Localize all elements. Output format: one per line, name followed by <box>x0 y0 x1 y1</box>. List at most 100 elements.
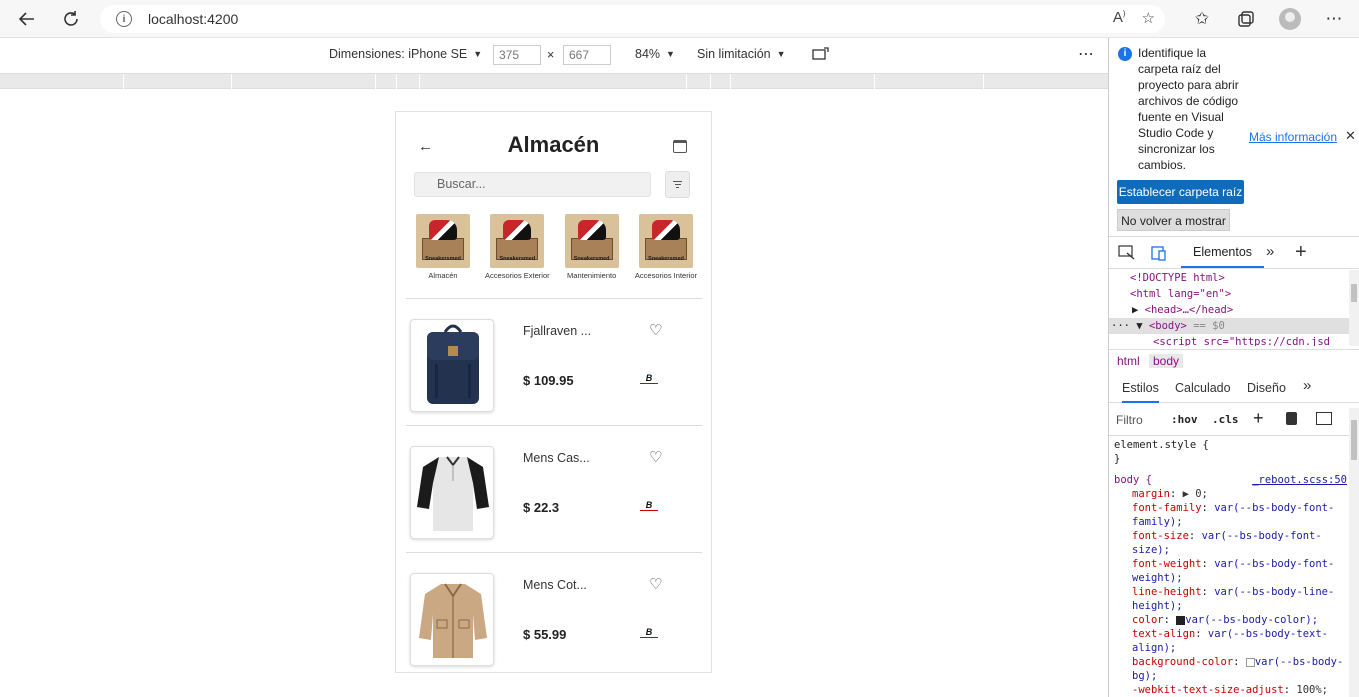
store-icon[interactable] <box>673 140 687 153</box>
category-image: Sneakersmed <box>490 214 545 268</box>
product-name: Mens Cas... <box>523 451 590 465</box>
dont-show-again-button[interactable]: No volver a mostrar <box>1117 209 1230 231</box>
more-info-link[interactable]: Más información <box>1249 130 1337 144</box>
backpack-image <box>410 319 494 412</box>
category-image: Sneakersmed <box>416 214 470 268</box>
filter-button[interactable] <box>665 171 690 198</box>
device-select[interactable]: Dimensiones: iPhone SE ▼ <box>329 47 482 61</box>
close-icon[interactable]: ✕ <box>1345 128 1356 144</box>
heart-icon[interactable]: ♡ <box>649 448 662 466</box>
page-title: Almacén <box>507 132 600 157</box>
tab-computed[interactable]: Calculado <box>1175 381 1231 395</box>
product-card[interactable]: Mens Cas... $ 22.3 ♡ B <box>406 426 702 552</box>
new-rule-icon[interactable]: + <box>1253 408 1264 429</box>
color-format-icon[interactable] <box>1286 412 1297 425</box>
tab-elements[interactable]: Elementos <box>1181 237 1265 268</box>
product-price: $ 22.3 <box>523 500 560 515</box>
favorites-icon[interactable]: ✩ <box>1187 4 1217 34</box>
inspect-icon[interactable] <box>1118 245 1136 261</box>
shirt-image <box>410 446 494 539</box>
style-decl[interactable]: font-size: var(--bs-body-font-size); <box>1114 529 1349 557</box>
tab-layout[interactable]: Diseño <box>1247 381 1286 395</box>
product-name: Mens Cot... <box>523 578 587 592</box>
expand-arrow-icon: ▶ <box>1132 304 1145 316</box>
style-decl[interactable]: line-height: var(--bs-body-line-height); <box>1114 585 1349 613</box>
style-decl[interactable]: background-color: var(--bs-body-bg); <box>1114 655 1349 683</box>
throttle-select[interactable]: Sin limitación ▼ <box>697 47 786 61</box>
category-label: Accesorios Interior <box>634 271 698 280</box>
back-arrow-icon[interactable] <box>12 4 42 34</box>
add-favorite-icon[interactable]: ☆ <box>1142 9 1155 27</box>
styles-tabs: Estilos Calculado Diseño » <box>1109 373 1359 403</box>
dom-node[interactable]: <!DOCTYPE html> <box>1109 270 1349 286</box>
more-options-icon[interactable]: ⋯ <box>1078 44 1094 64</box>
dom-node-selected[interactable]: ··· ▼ <body> == $0 <box>1109 318 1349 334</box>
product-card[interactable]: Mens Cot... $ 55.99 ♡ B <box>406 553 702 672</box>
crumb-html[interactable]: html <box>1113 354 1144 368</box>
cls-toggle[interactable]: .cls <box>1212 413 1239 426</box>
info-message: Identifique la carpeta raíz del proyecto… <box>1138 46 1239 172</box>
style-decl[interactable]: margin: ▶ 0; <box>1114 487 1349 501</box>
device-toolbar: Dimensiones: iPhone SE ▼ 375 × 667 84% ▼… <box>0 38 1108 72</box>
device-emulation-icon[interactable] <box>1150 245 1168 261</box>
style-decl[interactable]: font-weight: var(--bs-body-font-weight); <box>1114 557 1349 585</box>
info-icon: i <box>1118 47 1132 61</box>
read-aloud-icon[interactable]: A) <box>1113 9 1126 27</box>
dom-node[interactable]: <html lang="en"> <box>1109 286 1349 302</box>
source-link[interactable]: _reboot.scss:50 <box>1252 473 1347 487</box>
app-header: ← Almacén <box>396 112 711 172</box>
add-tab-icon[interactable]: + <box>1295 241 1307 264</box>
zoom-select[interactable]: 84% ▼ <box>635 47 675 61</box>
sidebar-toggle-icon[interactable] <box>1316 412 1332 425</box>
profile-avatar[interactable] <box>1275 4 1305 34</box>
info-icon[interactable]: i <box>116 11 132 27</box>
more-menu-icon[interactable]: ⋯ <box>1319 4 1349 34</box>
heart-icon[interactable]: ♡ <box>649 575 662 593</box>
rotate-icon[interactable] <box>812 46 830 62</box>
more-tabs-icon[interactable]: » <box>1303 377 1311 394</box>
styles-scrollbar[interactable] <box>1349 408 1359 697</box>
devtools-panel: i Identifique la carpeta raíz del proyec… <box>1108 38 1359 697</box>
style-decl[interactable]: text-align: var(--bs-body-text-align); <box>1114 627 1349 655</box>
dom-node[interactable]: ▶ <head>…</head> <box>1109 302 1349 318</box>
collections-icon[interactable] <box>1231 4 1261 34</box>
element-style-rule[interactable]: element.style { <box>1114 438 1349 452</box>
filter-input[interactable]: Filtro <box>1116 413 1143 427</box>
styles-filter-bar: Filtro :hov .cls + <box>1109 404 1349 436</box>
tab-styles[interactable]: Estilos <box>1122 381 1159 403</box>
category-label: Mantenimiento <box>567 271 617 280</box>
phone-viewport: ← Almacén Buscar... Sneakersmed Almacén … <box>395 111 712 673</box>
media-query-ruler <box>0 73 1108 89</box>
category-item[interactable]: Sneakersmed Accesorios Exterior <box>480 214 554 280</box>
category-item[interactable]: Sneakersmed Almacén <box>406 214 480 280</box>
dom-scrollbar[interactable] <box>1349 270 1359 346</box>
address-bar[interactable]: i localhost:4200 A) ☆ <box>100 5 1165 33</box>
product-price: $ 55.99 <box>523 627 567 642</box>
heart-icon[interactable]: ♡ <box>649 321 662 339</box>
width-input[interactable]: 375 <box>493 45 541 65</box>
style-decl[interactable]: font-family: var(--bs-body-font-family); <box>1114 501 1349 529</box>
category-item[interactable]: Sneakersmed Accesorios Interior <box>629 214 703 280</box>
styles-pane: element.style { } body {_reboot.scss:50 … <box>1109 437 1349 697</box>
style-decl[interactable]: -webkit-text-size-adjust: 100%; <box>1114 683 1349 697</box>
category-image: Sneakersmed <box>564 214 619 268</box>
height-input[interactable]: 667 <box>563 45 611 65</box>
body-rule[interactable]: body {_reboot.scss:50 <box>1114 473 1349 487</box>
caret-down-icon: ▼ <box>776 49 786 59</box>
category-item[interactable]: Sneakersmed Mantenimiento <box>555 214 629 280</box>
style-decl[interactable]: color: var(--bs-body-color); <box>1114 613 1349 627</box>
dom-tree: <!DOCTYPE html> <html lang="en"> ▶ <head… <box>1109 270 1349 346</box>
category-image: Sneakersmed <box>638 214 693 268</box>
more-tabs-icon[interactable]: » <box>1266 243 1274 260</box>
crumb-body[interactable]: body <box>1149 354 1184 368</box>
hov-toggle[interactable]: :hov <box>1171 413 1198 426</box>
set-root-folder-button[interactable]: Establecer carpeta raíz <box>1117 180 1244 204</box>
jacket-image <box>410 573 494 666</box>
dom-node[interactable]: <script src="https://cdn.jsd <box>1109 334 1349 346</box>
brand-logo: B <box>640 373 658 385</box>
refresh-icon[interactable] <box>56 4 86 34</box>
filter-icon <box>673 179 682 191</box>
category-list: Sneakersmed Almacén Sneakersmed Accesori… <box>406 214 703 280</box>
search-input[interactable]: Buscar... <box>414 172 651 197</box>
product-card[interactable]: Fjallraven ... $ 109.95 ♡ B <box>406 299 702 425</box>
